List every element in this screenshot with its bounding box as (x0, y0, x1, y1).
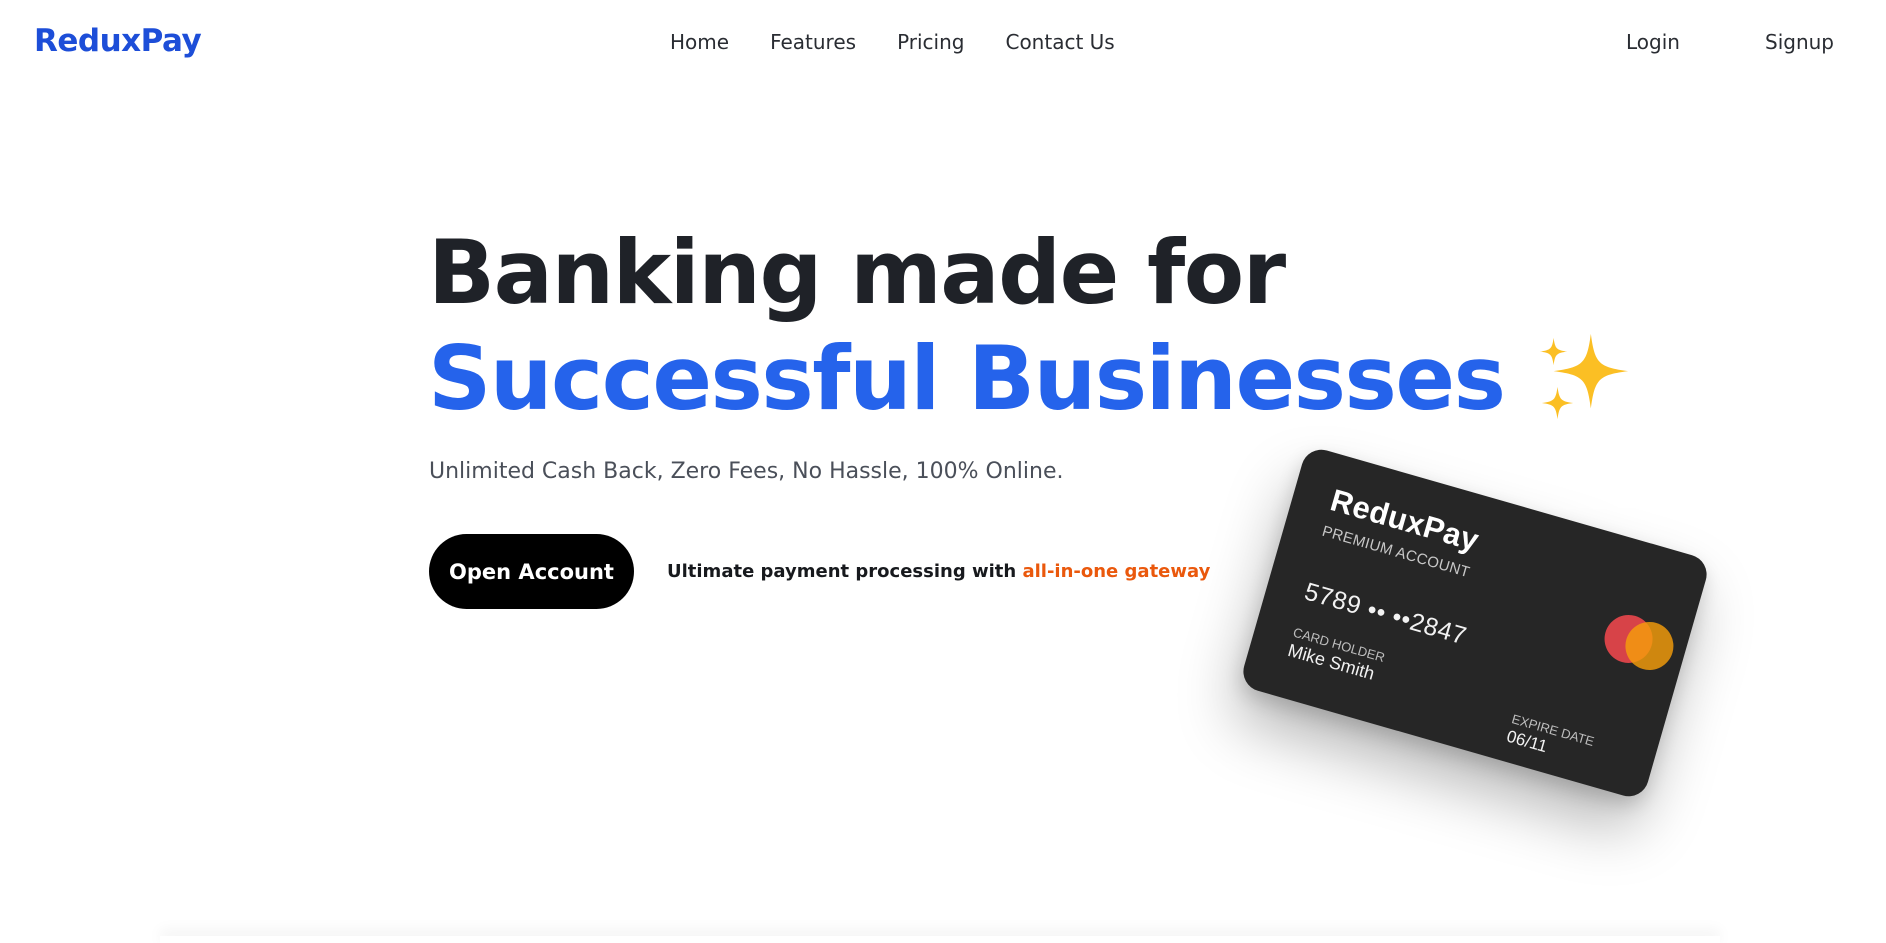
nav-home[interactable]: Home (670, 30, 729, 54)
headline-line-2: Successful Businesses (428, 326, 1632, 432)
tagline-text: Ultimate payment processing with (667, 561, 1023, 582)
credit-card: ReduxPay PREMIUM ACCOUNT 5789 •• ••2847 … (1238, 444, 1712, 802)
nav-contact-us[interactable]: Contact Us (1005, 30, 1114, 54)
logo[interactable]: ReduxPay (34, 23, 202, 59)
navbar: ReduxPay Home Features Pricing Contact U… (0, 0, 1886, 90)
tagline-accent: all-in-one gateway (1022, 561, 1211, 582)
nav-features[interactable]: Features (770, 30, 856, 54)
headline-highlight: Successful Businesses (428, 327, 1506, 430)
hero-headline: Banking made for Successful Businesses (428, 220, 1632, 432)
sparkles-icon (1540, 333, 1629, 420)
headline-line-1: Banking made for (428, 221, 1286, 324)
hero-tagline: Ultimate payment processing with all-in-… (667, 561, 1210, 582)
open-account-button[interactable]: Open Account (429, 534, 634, 609)
section-divider (160, 936, 1720, 943)
hero-subtitle: Unlimited Cash Back, Zero Fees, No Hassl… (429, 459, 1064, 484)
mastercard-logo (1604, 614, 1674, 670)
landing-page: ReduxPay Home Features Pricing Contact U… (0, 0, 1886, 943)
signup-link[interactable]: Signup (1765, 30, 1834, 54)
login-link[interactable]: Login (1626, 30, 1680, 54)
main-nav: Home Features Pricing Contact Us (670, 30, 1115, 54)
credit-card-illustration: ReduxPay PREMIUM ACCOUNT 5789 •• ••2847 … (1238, 444, 1712, 802)
nav-pricing[interactable]: Pricing (897, 30, 964, 54)
